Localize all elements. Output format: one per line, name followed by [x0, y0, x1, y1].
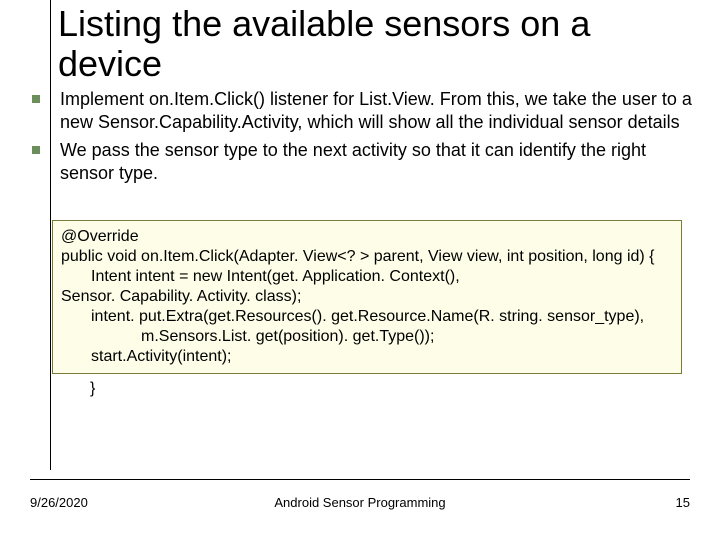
bullet-text: We pass the sensor type to the next acti…	[60, 140, 646, 183]
slide-title: Listing the available sensors on a devic…	[58, 4, 700, 83]
vertical-rule	[50, 0, 51, 470]
page-number: 15	[676, 495, 690, 510]
code-line: start.Activity(intent);	[61, 347, 673, 367]
footer: 9/26/2020 Android Sensor Programming 15	[30, 495, 690, 510]
code-line: intent. put.Extra(get.Resources(). get.R…	[61, 307, 673, 327]
bullet-item: We pass the sensor type to the next acti…	[30, 139, 700, 184]
slide: Listing the available sensors on a devic…	[0, 0, 720, 540]
code-block: @Override public void on.Item.Click(Adap…	[52, 220, 682, 398]
bullet-list: Implement on.Item.Click() listener for L…	[30, 88, 700, 190]
code-line: public void on.Item.Click(Adapter. View<…	[61, 247, 673, 267]
horizontal-rule	[30, 479, 690, 480]
footer-date: 9/26/2020	[30, 495, 88, 510]
footer-title: Android Sensor Programming	[30, 495, 690, 510]
code-line: }	[52, 374, 682, 398]
code-line: Intent intent = new Intent(get. Applicat…	[61, 267, 673, 287]
bullet-text: Implement on.Item.Click() listener for L…	[60, 89, 692, 132]
bullet-item: Implement on.Item.Click() listener for L…	[30, 88, 700, 133]
code-line: m.Sensors.List. get(position). get.Type(…	[61, 327, 673, 347]
code-line: Sensor. Capability. Activity. class);	[61, 287, 673, 307]
code-line: @Override	[61, 227, 673, 247]
code-box-inner: @Override public void on.Item.Click(Adap…	[52, 220, 682, 374]
